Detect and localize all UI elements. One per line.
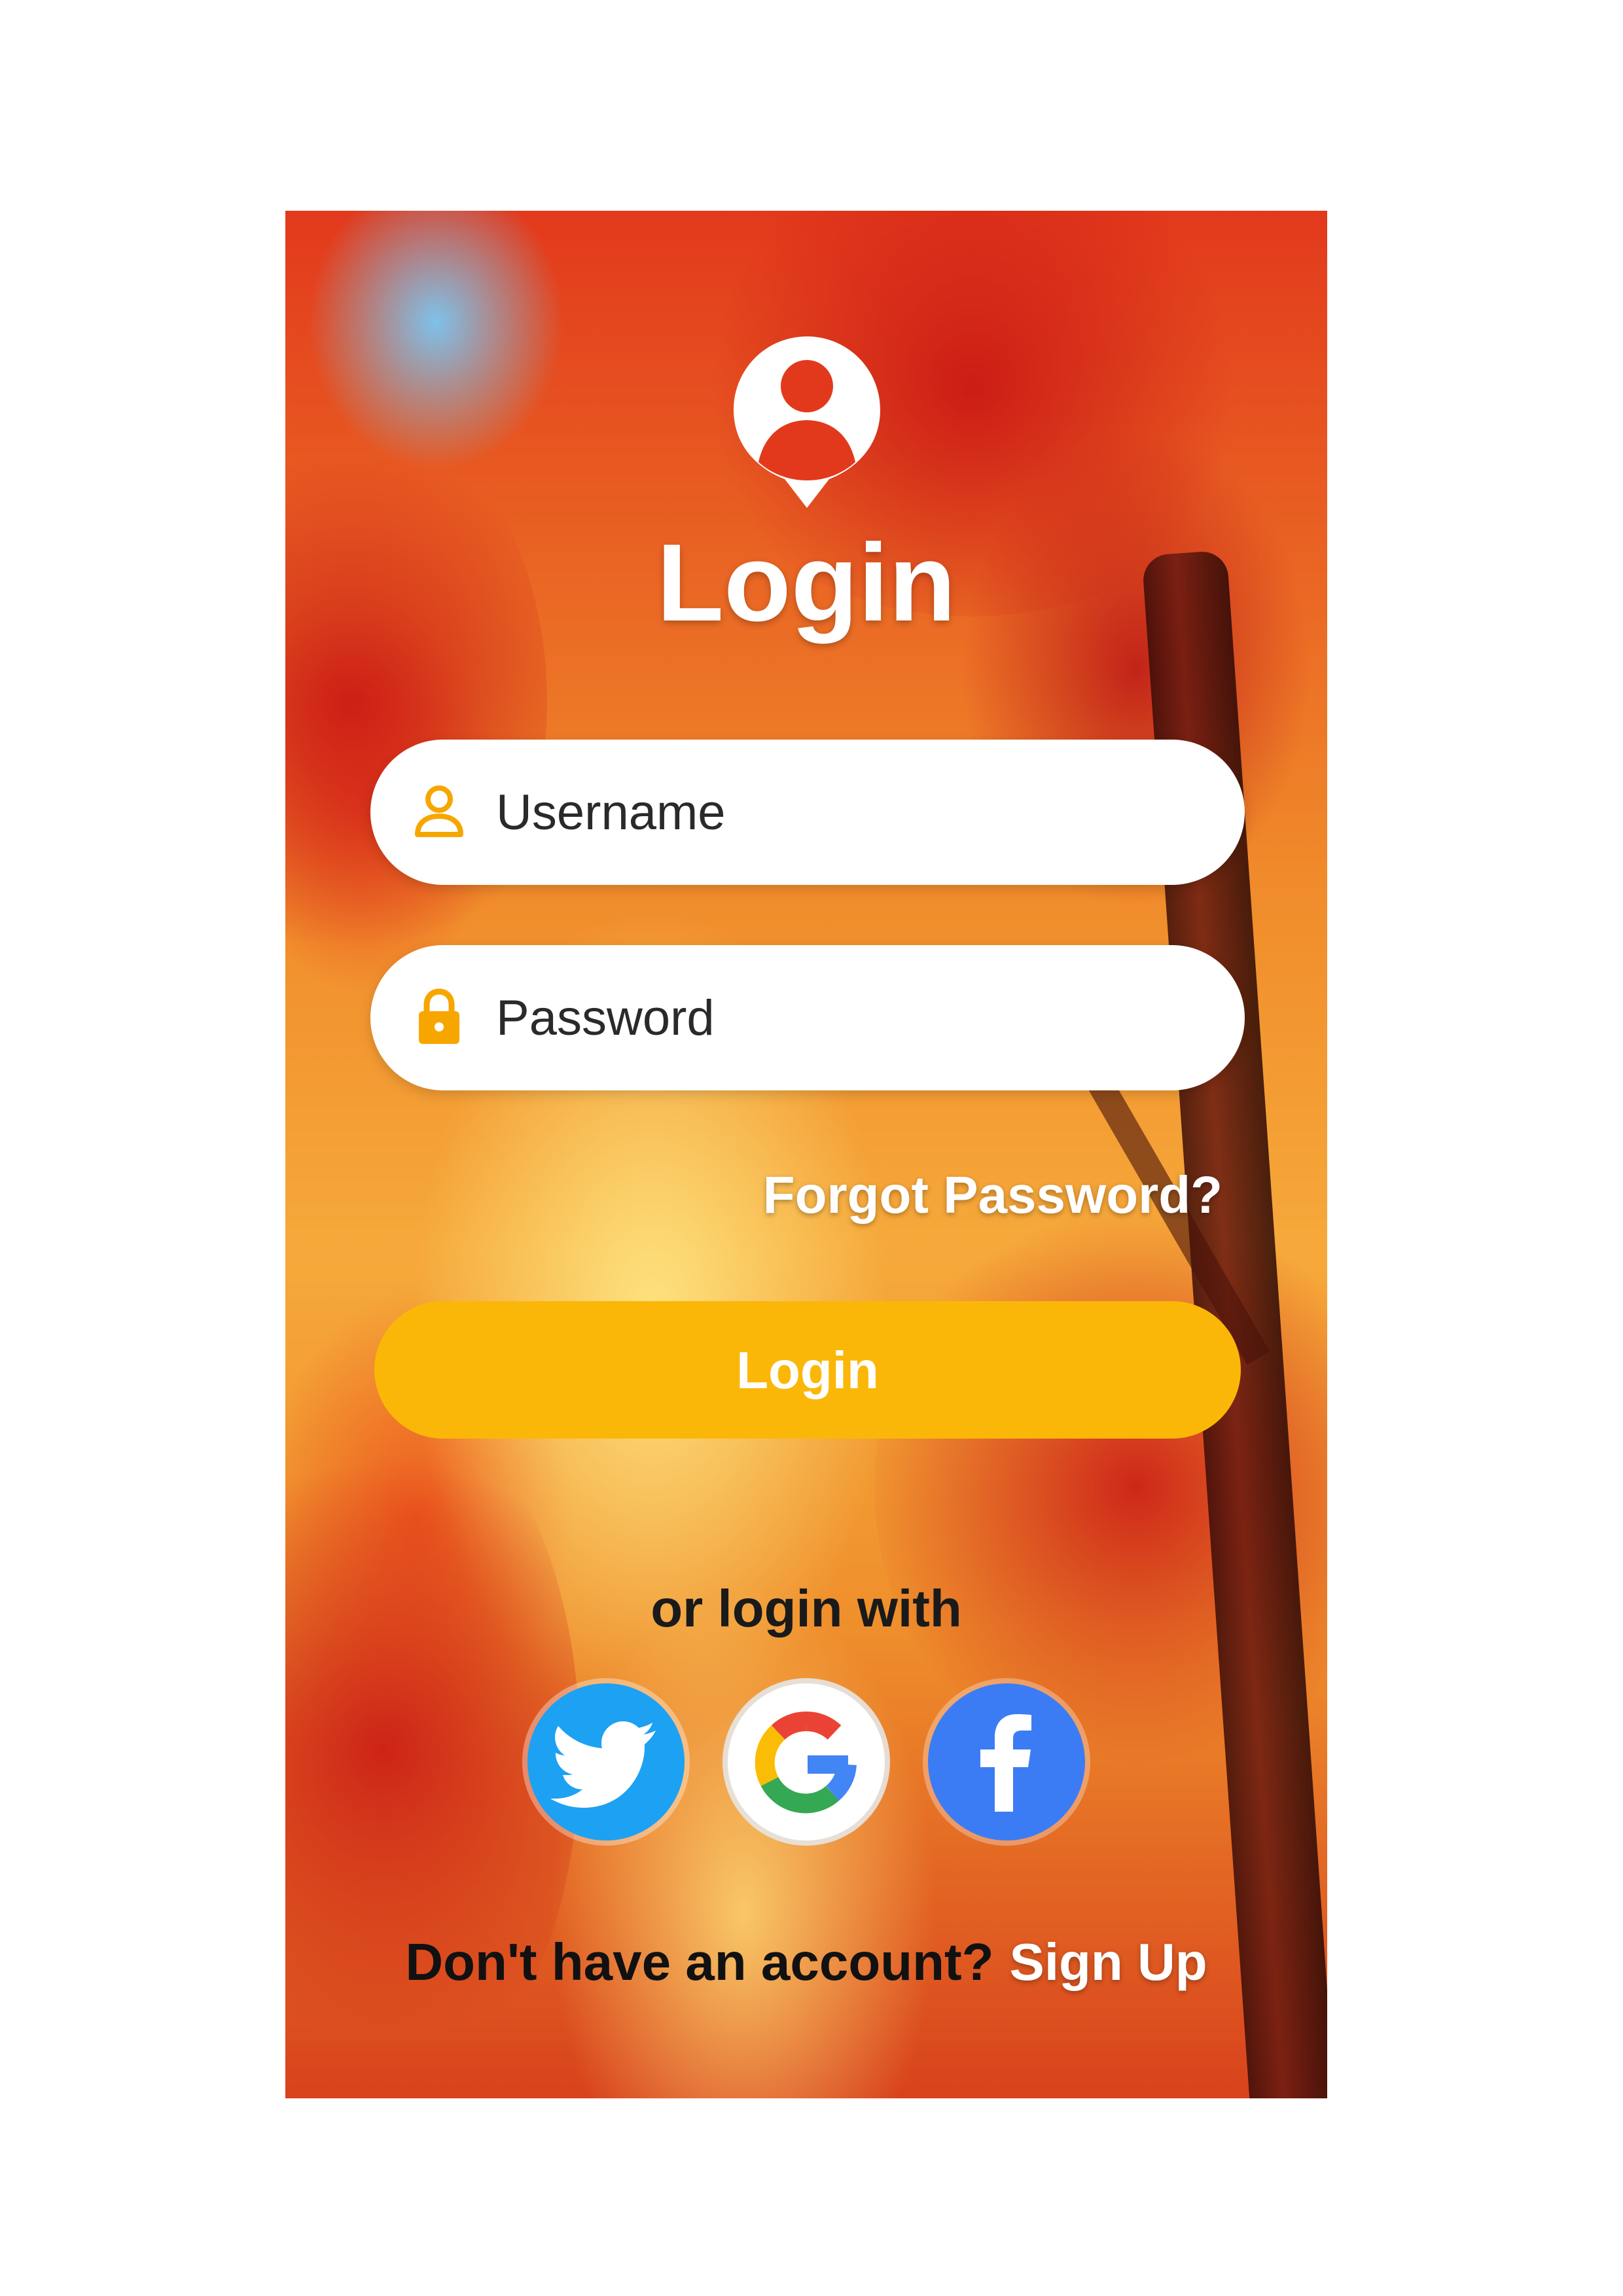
lock-icon (419, 988, 459, 1044)
facebook-login-button[interactable] (928, 1683, 1085, 1840)
page: Login Forgot Password? Login or login wi… (0, 0, 1623, 2296)
username-field[interactable] (370, 740, 1245, 885)
login-button[interactable]: Login (374, 1301, 1241, 1439)
facebook-icon (980, 1714, 1031, 1812)
user-avatar-icon (734, 336, 880, 508)
google-login-button[interactable] (728, 1683, 885, 1840)
password-input[interactable] (495, 971, 1204, 1064)
login-screen: Login Forgot Password? Login or login wi… (285, 211, 1327, 2098)
google-icon (755, 1711, 857, 1814)
password-field[interactable] (370, 945, 1245, 1090)
page-title: Login (656, 521, 956, 644)
social-login-prompt: or login with (651, 1579, 962, 1638)
user-icon (415, 785, 463, 837)
username-input[interactable] (495, 766, 1204, 859)
signup-question: Don't have an account? (405, 1933, 994, 1991)
twitter-login-button[interactable] (527, 1683, 685, 1840)
signup-row: Don't have an account? Sign Up (285, 1932, 1327, 1992)
forgot-password-link[interactable]: Forgot Password? (763, 1165, 1222, 1225)
background-foliage (285, 407, 547, 996)
signup-link[interactable]: Sign Up (1009, 1933, 1207, 1991)
twitter-icon (550, 1721, 656, 1808)
